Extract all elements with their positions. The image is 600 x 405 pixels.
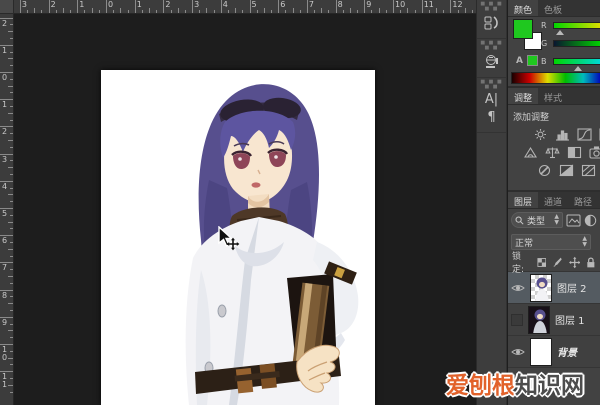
adjustments-panel-tabs: 调整样式 xyxy=(508,88,600,105)
panel-dock-strip: ■ ■ ■ ■ ■ ■ ■ ■ ■ ■ ■ ■ ■ ■ ■ A| ¶ xyxy=(476,0,507,405)
ruler-corner xyxy=(0,0,14,14)
tab-paths[interactable]: 路径 xyxy=(568,192,598,208)
adjustment-icon-row xyxy=(508,143,600,161)
ruler-horizontal: 3210123456789101112 xyxy=(14,0,476,14)
search-icon xyxy=(515,216,524,225)
levels-icon[interactable] xyxy=(555,128,570,141)
3d-materials-icon[interactable] xyxy=(484,54,500,70)
green-channel-slider[interactable] xyxy=(553,40,600,47)
layer-thumbnail[interactable] xyxy=(530,274,552,302)
adjustment-filter-icon[interactable] xyxy=(584,214,597,227)
visibility-toggle-empty[interactable] xyxy=(511,314,523,326)
chevron-updown-icon: ▲▼ xyxy=(554,214,559,226)
watermark-text-secondary: 知识网 xyxy=(515,373,584,399)
tab-adjustments[interactable]: 调整 xyxy=(508,88,538,104)
red-channel-row: R xyxy=(541,20,600,32)
layers-panel-tabs: 图层通道路径 xyxy=(508,192,600,209)
tab-swatches[interactable]: 色板 xyxy=(538,0,568,16)
brush-presets-icon[interactable] xyxy=(484,15,500,31)
layer-thumbnail[interactable] xyxy=(530,338,552,366)
foreground-color-swatch[interactable] xyxy=(513,19,533,39)
visibility-eye-icon[interactable] xyxy=(511,347,525,357)
color-panel: 颜色色板 R G B A xyxy=(508,0,600,88)
black-white-icon[interactable] xyxy=(567,146,582,159)
color-spectrum-ramp[interactable] xyxy=(511,72,600,84)
paragraph-panel-icon[interactable]: ¶ xyxy=(477,110,506,126)
red-slider-handle[interactable] xyxy=(556,30,564,35)
gradient-map-icon[interactable] xyxy=(559,164,574,177)
brightness-contrast-icon[interactable] xyxy=(533,128,548,141)
layer-list: 图层 2 图层 1 背景 xyxy=(508,271,600,368)
tab-channels[interactable]: 通道 xyxy=(538,192,568,208)
blue-channel-slider[interactable] xyxy=(553,58,600,65)
layer-thumbnail[interactable] xyxy=(528,306,550,334)
watermark: 爱刨根知识网 xyxy=(446,366,584,400)
layer-name: 图层 2 xyxy=(557,280,587,295)
blue-channel-label: B xyxy=(541,57,547,66)
visibility-eye-icon[interactable] xyxy=(511,283,525,293)
dock-group: ■ ■ ■ ■ ■ A| ¶ xyxy=(477,78,506,133)
photo-filter-icon[interactable] xyxy=(589,146,600,159)
layer-filter-value: 类型 xyxy=(527,214,545,227)
photoshop-window: 3210123456789101112 2101234567891011 xyxy=(0,0,600,405)
layer-row[interactable]: 图层 2 xyxy=(508,272,600,304)
adjustment-icon-row xyxy=(508,161,600,179)
grip-dots: ■ ■ ■ ■ ■ xyxy=(477,80,506,90)
chevron-updown-icon: ▲▼ xyxy=(582,236,587,248)
dock-group: ■ ■ ■ ■ ■ xyxy=(477,39,506,78)
green-channel-row: G xyxy=(541,38,600,50)
watermark-text-primary: 爱刨根 xyxy=(446,373,515,399)
tab-styles[interactable]: 样式 xyxy=(538,88,568,104)
blue-slider-handle[interactable] xyxy=(574,66,582,71)
move-tool-cursor xyxy=(216,226,242,252)
color-balance-icon[interactable] xyxy=(545,146,560,159)
adjustment-icon-row xyxy=(508,125,600,143)
lock-transparency-icon[interactable] xyxy=(537,257,547,268)
channel-mixer-icon[interactable] xyxy=(537,164,552,177)
dock-group: ■ ■ ■ ■ ■ xyxy=(477,0,506,39)
character-panel-icon[interactable]: A| xyxy=(477,92,506,108)
layer-filter-dropdown[interactable]: 类型 ▲▼ xyxy=(511,212,563,228)
tab-layers[interactable]: 图层 xyxy=(508,192,538,208)
lock-options-row: 锁定: xyxy=(508,253,600,271)
lock-position-icon[interactable] xyxy=(569,256,580,269)
red-channel-slider[interactable] xyxy=(553,22,600,29)
curves-icon[interactable] xyxy=(577,128,592,141)
layer-row[interactable]: 图层 1 xyxy=(508,304,600,336)
tab-color[interactable]: 颜色 xyxy=(508,0,538,16)
lock-all-icon[interactable] xyxy=(586,256,596,269)
layer-filter-row: 类型 ▲▼ xyxy=(508,209,600,231)
layer-name: 图层 1 xyxy=(555,312,585,327)
selective-color-icon[interactable] xyxy=(581,164,596,177)
vibrance-icon[interactable] xyxy=(523,146,538,159)
pixel-filter-icon[interactable] xyxy=(566,214,581,227)
red-channel-label: R xyxy=(541,21,547,30)
grip-dots: ■ ■ ■ ■ ■ xyxy=(477,2,506,12)
grip-dots: ■ ■ ■ ■ ■ xyxy=(477,41,506,51)
layer-row[interactable]: 背景 xyxy=(508,336,600,368)
blend-mode-value: 正常 xyxy=(515,236,533,249)
blend-mode-dropdown[interactable]: 正常 ▲▼ xyxy=(511,234,591,250)
add-adjustment-label: 添加调整 xyxy=(508,105,600,125)
mini-color-swatch[interactable] xyxy=(527,55,538,66)
color-panel-tabs: 颜色色板 xyxy=(508,0,600,17)
adjustments-panel: 调整样式 添加调整 xyxy=(508,88,600,192)
ruler-vertical: 2101234567891011 xyxy=(0,14,14,405)
green-channel-label: G xyxy=(541,39,547,48)
blue-channel-row: B xyxy=(541,56,600,68)
lock-paint-icon[interactable] xyxy=(552,256,563,268)
alpha-label: A xyxy=(516,56,523,66)
layer-name: 背景 xyxy=(557,344,577,359)
layers-panel: 图层通道路径 类型 ▲▼ 正常 xyxy=(508,192,600,388)
lock-label: 锁定: xyxy=(512,249,531,275)
panel-column: 颜色色板 R G B A 调整样式 xyxy=(508,0,600,405)
